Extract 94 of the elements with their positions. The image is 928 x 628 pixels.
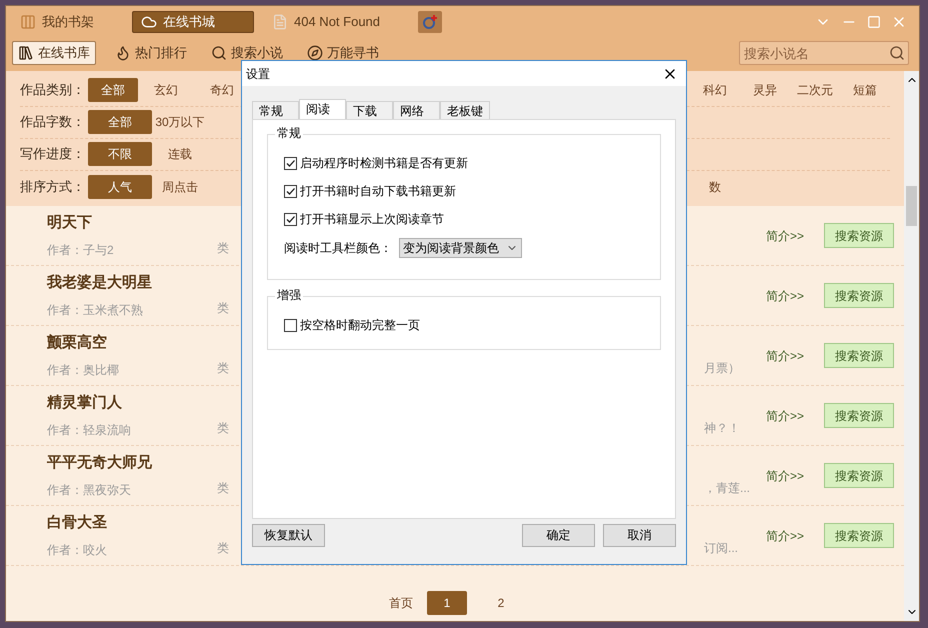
intro-link[interactable]: 简介>> bbox=[766, 406, 824, 424]
search-resource-button[interactable]: 搜索资源 bbox=[824, 343, 894, 368]
intro-link[interactable]: 简介>> bbox=[766, 346, 824, 364]
select-label: 阅读时工具栏颜色： bbox=[284, 240, 393, 257]
filter-label: 排序方式： bbox=[20, 178, 86, 196]
book-extra: 月票） bbox=[704, 360, 740, 374]
dialog-tab[interactable]: 网络 bbox=[393, 101, 440, 119]
first-page-link[interactable]: 首页 bbox=[389, 594, 413, 612]
dialog-tab[interactable]: 常规 bbox=[252, 101, 299, 119]
book-extra: 订阅... bbox=[704, 540, 738, 554]
group-title: 常规 bbox=[275, 125, 303, 141]
flame-icon bbox=[115, 45, 131, 61]
ok-button[interactable]: 确定 bbox=[522, 524, 595, 546]
filter-option[interactable]: 全部 bbox=[88, 78, 138, 102]
toolbar-item[interactable]: 在线书库 bbox=[12, 41, 96, 65]
filter-option[interactable]: 短篇 bbox=[840, 78, 890, 102]
intro-link[interactable]: 简介>> bbox=[766, 466, 824, 484]
top-tab[interactable]: 在线书城 bbox=[132, 11, 254, 33]
book-author: 作者：黑夜弥天 bbox=[47, 482, 132, 499]
filter-option[interactable]: 科幻 bbox=[690, 78, 740, 102]
book-type: 类 bbox=[217, 540, 229, 556]
search-resource-button[interactable]: 搜索资源 bbox=[824, 403, 894, 428]
filter-option[interactable]: 不限 bbox=[88, 142, 152, 166]
color-select[interactable]: 变为阅读背景颜色 bbox=[399, 238, 522, 258]
checkbox[interactable] bbox=[284, 156, 297, 170]
book-author: 作者：子与2 bbox=[47, 242, 115, 259]
search-field[interactable]: 搜索小说名 bbox=[739, 41, 909, 65]
filter-option[interactable]: 数 bbox=[690, 174, 740, 198]
dialog-tab[interactable]: 阅读 bbox=[299, 99, 346, 119]
browser-icon[interactable] bbox=[418, 11, 442, 33]
book-title[interactable]: 精灵掌门人 bbox=[47, 392, 217, 415]
checkbox[interactable] bbox=[284, 212, 297, 226]
toolbar-item[interactable]: 搜索小说 bbox=[206, 41, 288, 65]
book-type: 类 bbox=[217, 300, 229, 316]
book-type: 类 bbox=[217, 240, 229, 256]
checkbox[interactable] bbox=[284, 318, 297, 332]
bookshelf-icon bbox=[20, 14, 36, 30]
book-type: 类 bbox=[217, 360, 229, 376]
compass-icon bbox=[307, 45, 323, 61]
checkbox-label: 启动程序时检测书籍是否有更新 bbox=[300, 155, 468, 172]
search-resource-button[interactable]: 搜索资源 bbox=[824, 523, 894, 548]
checkbox-label: 打开书籍显示上次阅读章节 bbox=[300, 211, 444, 228]
book-title[interactable]: 我老婆是大明星 bbox=[47, 272, 217, 295]
search-resource-button[interactable]: 搜索资源 bbox=[824, 223, 894, 248]
filter-label: 写作进度： bbox=[20, 145, 86, 164]
book-title[interactable]: 白骨大圣 bbox=[47, 512, 217, 535]
book-author: 作者：轻泉流响 bbox=[47, 422, 132, 439]
book-author: 作者：咬火 bbox=[47, 542, 108, 559]
page-link[interactable]: 1 bbox=[427, 591, 467, 615]
group-title: 增强 bbox=[275, 287, 303, 303]
reset-button[interactable]: 恢复默认 bbox=[252, 524, 325, 546]
top-tab[interactable]: 我的书架 bbox=[12, 11, 102, 33]
filter-option[interactable]: 灵异 bbox=[740, 78, 790, 102]
toolbar-item[interactable]: 热门排行 bbox=[110, 41, 192, 65]
page-link[interactable]: 2 bbox=[481, 591, 521, 615]
book-extra: ，青莲... bbox=[704, 480, 750, 494]
book-extra: 神？！ bbox=[704, 420, 740, 434]
toolbar-item[interactable]: 万能寻书 bbox=[302, 41, 384, 65]
books-icon bbox=[18, 45, 34, 61]
filter-option[interactable]: 30万以下 bbox=[152, 110, 208, 134]
book-title[interactable]: 平平无奇大师兄 bbox=[47, 452, 217, 475]
search-resource-button[interactable]: 搜索资源 bbox=[824, 283, 894, 308]
page-icon bbox=[272, 14, 288, 30]
dialog-tab[interactable]: 老板键 bbox=[440, 101, 490, 119]
search-icon[interactable] bbox=[889, 45, 905, 61]
book-author: 作者：玉米煮不熟 bbox=[47, 302, 144, 319]
filter-label: 作品字数： bbox=[20, 113, 86, 132]
scrollbar[interactable] bbox=[904, 71, 919, 621]
filter-option[interactable]: 人气 bbox=[88, 174, 152, 198]
intro-link[interactable]: 简介>> bbox=[766, 526, 824, 544]
checkbox-label: 按空格时翻动完整一页 bbox=[300, 317, 420, 334]
dialog-tab[interactable]: 下载 bbox=[346, 101, 393, 119]
filter-label: 作品类别： bbox=[20, 81, 86, 100]
book-type: 类 bbox=[217, 480, 229, 496]
search-icon bbox=[211, 45, 227, 61]
search-resource-button[interactable]: 搜索资源 bbox=[824, 463, 894, 488]
book-title[interactable]: 明天下 bbox=[47, 212, 217, 235]
intro-link[interactable]: 简介>> bbox=[766, 226, 824, 244]
scroll-thumb[interactable] bbox=[906, 186, 917, 226]
cloud-icon bbox=[141, 14, 157, 30]
top-tab[interactable]: 404 Not Found bbox=[264, 11, 388, 33]
filter-option[interactable]: 二次元 bbox=[790, 78, 840, 102]
filter-option[interactable]: 玄幻 bbox=[138, 78, 194, 102]
intro-link[interactable]: 简介>> bbox=[766, 286, 824, 304]
book-type: 类 bbox=[217, 420, 229, 436]
checkbox-label: 打开书籍时自动下载书籍更新 bbox=[300, 183, 456, 200]
filter-option[interactable]: 周点击 bbox=[152, 174, 208, 198]
filter-option[interactable]: 连载 bbox=[152, 142, 208, 166]
book-author: 作者：奥比椰 bbox=[47, 362, 120, 379]
book-title[interactable]: 颤栗高空 bbox=[47, 332, 217, 355]
filter-option[interactable]: 全部 bbox=[88, 110, 152, 134]
cancel-button[interactable]: 取消 bbox=[603, 524, 676, 546]
checkbox[interactable] bbox=[284, 184, 297, 198]
dialog-title: 设置 bbox=[246, 66, 270, 82]
